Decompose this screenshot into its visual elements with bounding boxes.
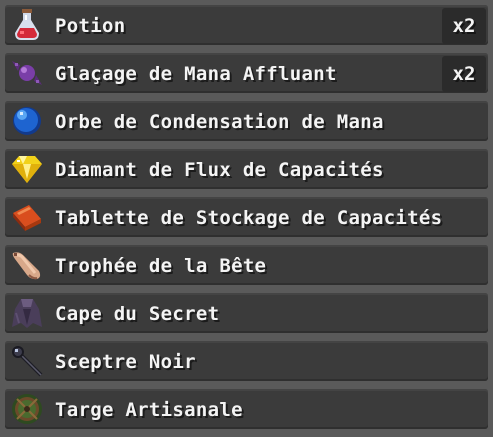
inventory-item-trophee[interactable]: Trophée de la Bête bbox=[5, 245, 488, 285]
inventory-item-orbe[interactable]: Orbe de Condensation de Mana bbox=[5, 101, 488, 141]
scepter-icon bbox=[12, 346, 43, 377]
item-label: Glaçage de Mana Affluant bbox=[55, 63, 337, 85]
item-label: Diamant de Flux de Capacités bbox=[55, 159, 384, 181]
horn-icon bbox=[12, 252, 41, 280]
inventory-item-diamant[interactable]: Diamant de Flux de Capacités bbox=[5, 149, 488, 189]
item-count-badge: x2 bbox=[442, 8, 486, 44]
diamond-icon bbox=[12, 156, 42, 183]
inventory-item-targe[interactable]: Targe Artisanale bbox=[5, 389, 488, 429]
potion-icon bbox=[15, 9, 39, 40]
orb-icon bbox=[13, 107, 41, 135]
item-label: Orbe de Condensation de Mana bbox=[55, 111, 384, 133]
inventory-item-potion[interactable]: Potion x2 bbox=[5, 5, 488, 45]
inventory-item-cape[interactable]: Cape du Secret bbox=[5, 293, 488, 333]
item-count-badge: x2 bbox=[442, 56, 486, 92]
inventory-item-tablette[interactable]: Tablette de Stockage de Capacités bbox=[5, 197, 488, 237]
candy-icon bbox=[12, 61, 42, 85]
shield-icon bbox=[12, 394, 42, 424]
item-label: Sceptre Noir bbox=[55, 351, 196, 373]
inventory-panel: Potion x2 Glaçage de Mana Affluant x2 Or… bbox=[0, 0, 493, 437]
item-label: Tablette de Stockage de Capacités bbox=[55, 207, 443, 229]
item-label: Targe Artisanale bbox=[55, 399, 243, 421]
item-label: Potion bbox=[55, 15, 126, 37]
inventory-item-sceptre[interactable]: Sceptre Noir bbox=[5, 341, 488, 381]
tablet-icon bbox=[13, 205, 41, 231]
inventory-item-glacage[interactable]: Glaçage de Mana Affluant x2 bbox=[5, 53, 488, 93]
cape-icon bbox=[12, 299, 42, 328]
item-label: Trophée de la Bête bbox=[55, 255, 267, 277]
item-label: Cape du Secret bbox=[55, 303, 220, 325]
